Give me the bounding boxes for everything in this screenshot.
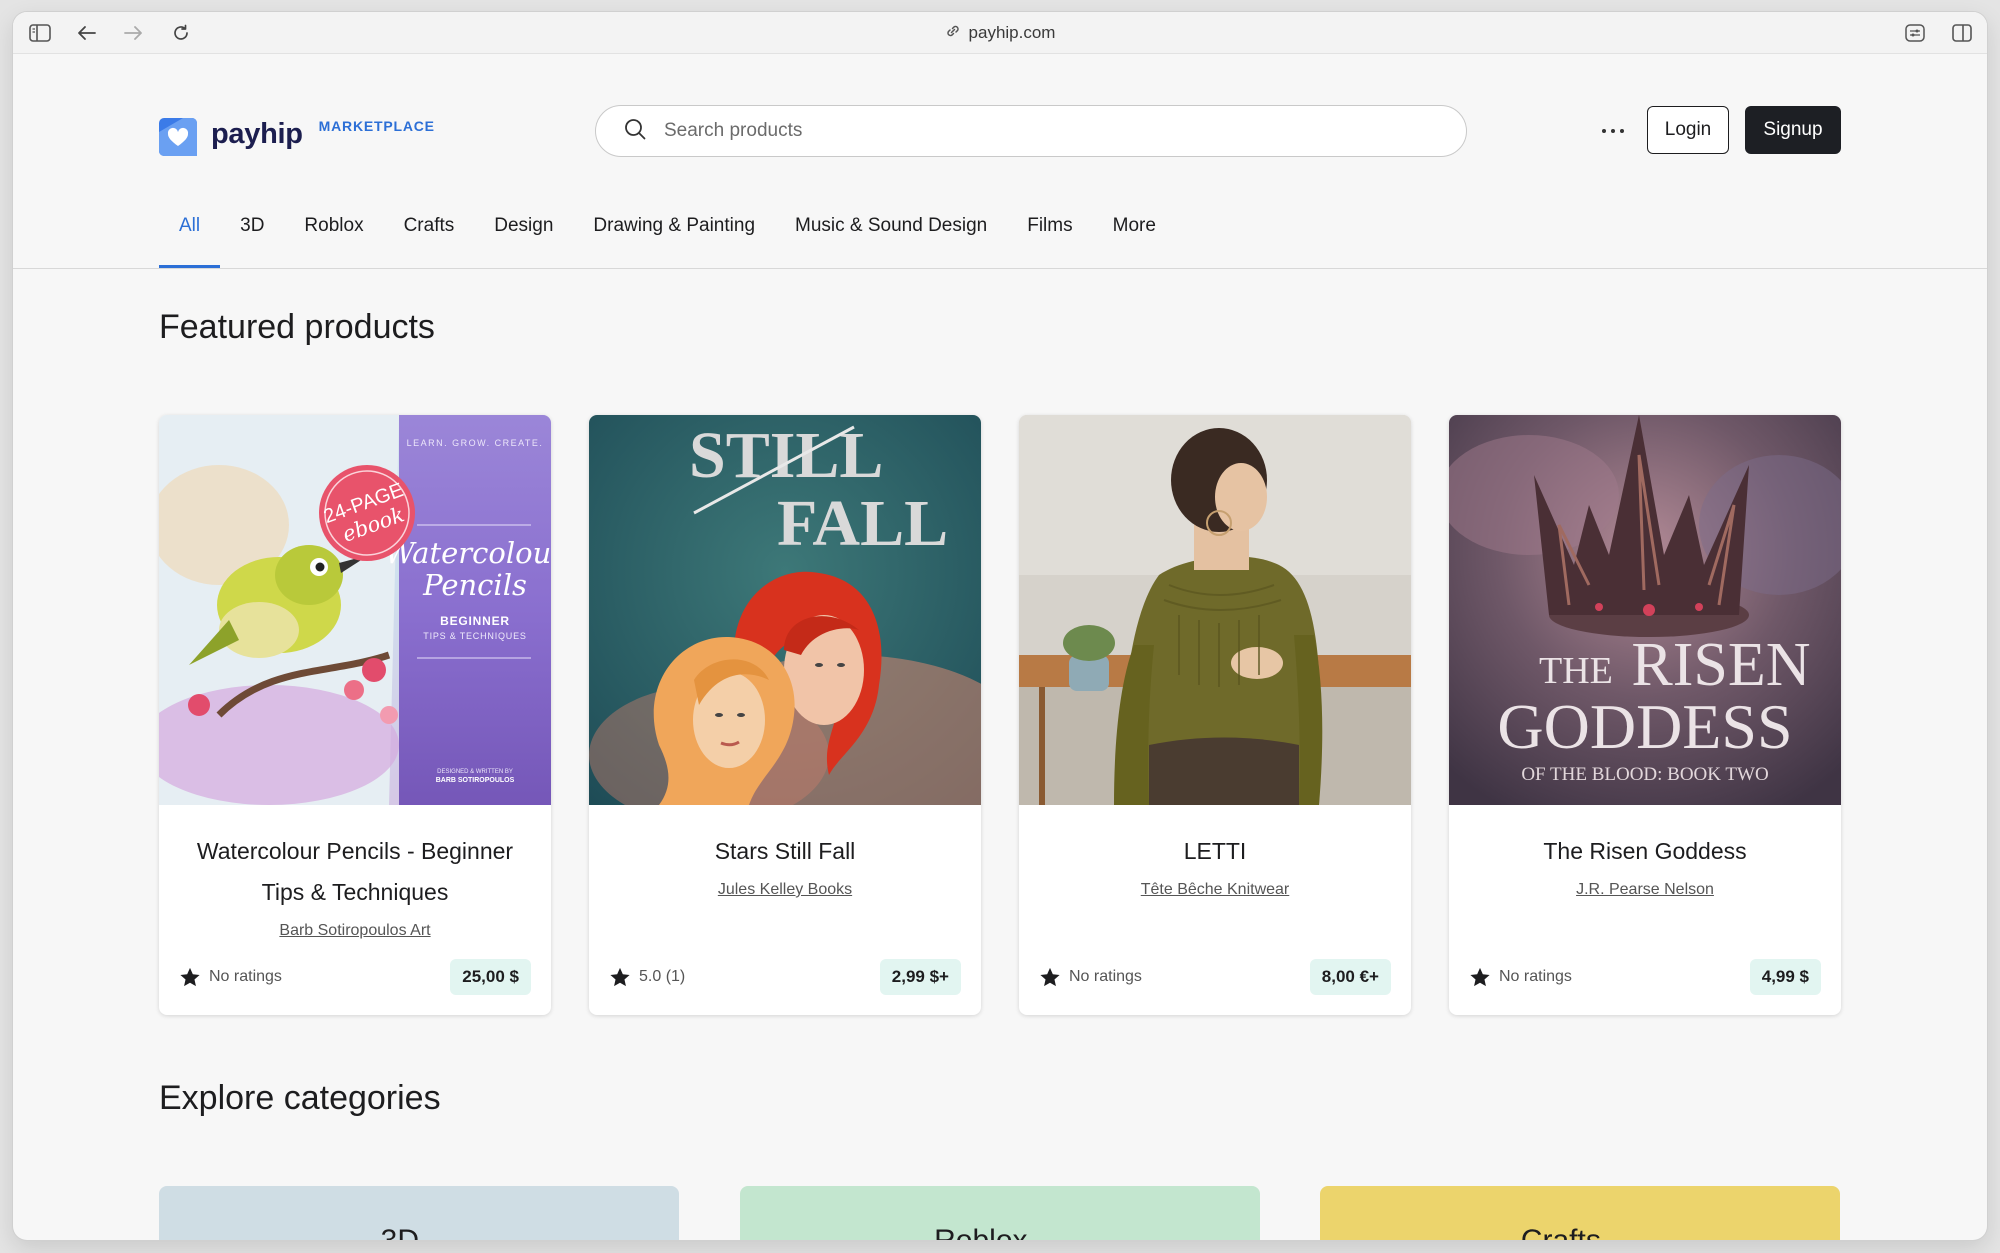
rating-text: No ratings	[1499, 968, 1572, 985]
product-title-block: Watercolour Pencils - Beginner Tips & Te…	[179, 831, 531, 941]
category-tile-crafts[interactable]: Crafts →	[1320, 1186, 1840, 1240]
search-icon	[624, 118, 646, 145]
rating-text: No ratings	[209, 968, 282, 985]
star-icon	[1040, 967, 1060, 986]
category-tile-roblox[interactable]: Roblox →	[740, 1186, 1260, 1240]
product-title[interactable]: Watercolour Pencils - Beginner Tips & Te…	[197, 838, 513, 905]
search-input[interactable]	[664, 120, 1424, 142]
tab-films[interactable]: Films	[1007, 212, 1092, 268]
cover-title-line2: FALL	[777, 487, 948, 560]
product-cover-image[interactable]: THE RISEN GODDESS OF THE BLOOD: BOOK TWO	[1449, 415, 1841, 805]
payhip-logo[interactable]: payhip MARKETPLACE	[159, 106, 435, 156]
tab-3d[interactable]: 3D	[220, 212, 284, 268]
logo-wordmark: payhip	[211, 118, 303, 150]
star-icon	[1470, 967, 1490, 986]
product-cover-image[interactable]: STILL FALL	[589, 415, 981, 805]
tab-drawing-painting[interactable]: Drawing & Painting	[573, 212, 775, 268]
cover-credit-line2: BARB SOTIROPOULOS	[436, 777, 515, 784]
category-tile-3d[interactable]: 3D →	[159, 1186, 679, 1240]
rating: No ratings	[1469, 967, 1572, 988]
rating: No ratings	[179, 967, 282, 988]
rating-text: No ratings	[1069, 968, 1142, 985]
tab-roblox[interactable]: Roblox	[284, 212, 383, 268]
explore-categories-heading: Explore categories	[159, 1079, 441, 1117]
category-tile-label: 3D →	[159, 1224, 679, 1240]
cover-script-title-line2: Pencils	[422, 568, 527, 602]
url-text[interactable]: payhip.com	[969, 23, 1056, 43]
reload-icon[interactable]	[169, 21, 193, 45]
tab-music-sound-design[interactable]: Music & Sound Design	[775, 212, 1007, 268]
product-title-block: Stars Still Fall Jules Kelley Books	[609, 831, 961, 900]
split-view-icon[interactable]	[1950, 21, 1974, 45]
product-cover-image[interactable]: LEARN. GROW. CREATE. Watercolour Pencils…	[159, 415, 551, 805]
cover-script-title-line1: Watercolour	[385, 536, 551, 570]
product-author-link[interactable]: J.R. Pearse Nelson	[1469, 880, 1821, 900]
rating: No ratings	[1039, 967, 1142, 988]
search-bar[interactable]	[595, 105, 1467, 157]
price-badge: 8,00 €+	[1309, 959, 1391, 995]
product-card-footer: No ratings 25,00 $	[179, 959, 531, 995]
product-cover-image[interactable]	[1019, 415, 1411, 805]
product-title-block: LETTI Tête Bêche Knitwear	[1039, 831, 1391, 900]
price-badge: 2,99 $+	[879, 959, 961, 995]
nav-divider	[13, 268, 1987, 269]
cover-title-risen: RISEN	[1631, 631, 1810, 699]
more-options-icon[interactable]	[1595, 116, 1631, 146]
cover-subtitle: TIPS & TECHNIQUES	[423, 631, 526, 641]
tab-design[interactable]: Design	[474, 212, 573, 268]
product-card-footer: No ratings 8,00 €+	[1039, 959, 1391, 995]
cover-title-the: THE	[1539, 650, 1613, 692]
address-bar: payhip.com	[13, 12, 1987, 54]
cover-level: BEGINNER	[440, 614, 510, 628]
signup-button[interactable]: Signup	[1745, 106, 1841, 154]
tab-more[interactable]: More	[1093, 212, 1176, 268]
product-author-link[interactable]: Jules Kelley Books	[609, 880, 961, 900]
browser-window: payhip.com payhip MARKETPLACE Login Sign…	[13, 12, 1987, 1240]
cover-series: OF THE BLOOD: BOOK TWO	[1521, 764, 1768, 785]
category-tile-label: Roblox →	[740, 1224, 1260, 1240]
login-button[interactable]: Login	[1647, 106, 1729, 154]
category-tile-label: Crafts →	[1320, 1224, 1840, 1240]
cover-tagline: LEARN. GROW. CREATE.	[407, 438, 544, 448]
back-arrow-icon[interactable]	[75, 21, 99, 45]
product-title[interactable]: LETTI	[1184, 838, 1247, 864]
category-nav: All 3D Roblox Crafts Design Drawing & Pa…	[159, 212, 1176, 268]
featured-products-heading: Featured products	[159, 308, 435, 346]
product-card[interactable]: LETTI Tête Bêche Knitwear No ratings 8,0…	[1019, 415, 1411, 1015]
cover-title-goddess: GODDESS	[1497, 691, 1792, 762]
price-badge: 4,99 $	[1749, 959, 1821, 995]
product-card[interactable]: STILL FALL Stars Still Fall Jules Kelley…	[589, 415, 981, 1015]
sidebar-toggle-icon[interactable]	[28, 21, 52, 45]
forward-arrow-icon[interactable]	[121, 21, 145, 45]
link-icon	[945, 23, 961, 44]
cover-title-line1: STILL	[689, 419, 883, 492]
star-icon	[180, 967, 200, 986]
rating-text: 5.0 (1)	[639, 968, 686, 985]
product-card-footer: 5.0 (1) 2,99 $+	[609, 959, 961, 995]
marketplace-label: MARKETPLACE	[318, 118, 435, 134]
tab-all[interactable]: All	[159, 212, 221, 268]
price-badge: 25,00 $	[450, 959, 531, 995]
product-title[interactable]: The Risen Goddess	[1543, 838, 1746, 864]
tab-crafts[interactable]: Crafts	[384, 212, 475, 268]
product-author-link[interactable]: Barb Sotiropoulos Art	[179, 921, 531, 941]
product-card-footer: No ratings 4,99 $	[1469, 959, 1821, 995]
star-icon	[610, 967, 630, 986]
reader-extension-icon[interactable]	[1903, 21, 1927, 45]
rating: 5.0 (1)	[609, 967, 685, 988]
payhip-logo-icon	[159, 118, 197, 156]
product-title[interactable]: Stars Still Fall	[715, 838, 856, 864]
product-title-block: The Risen Goddess J.R. Pearse Nelson	[1469, 831, 1821, 900]
product-card[interactable]: THE RISEN GODDESS OF THE BLOOD: BOOK TWO…	[1449, 415, 1841, 1015]
product-card[interactable]: LEARN. GROW. CREATE. Watercolour Pencils…	[159, 415, 551, 1015]
cover-credit-line1: DESIGNED & WRITTEN BY	[437, 769, 513, 775]
product-author-link[interactable]: Tête Bêche Knitwear	[1039, 880, 1391, 900]
browser-toolbar: payhip.com	[13, 12, 1987, 54]
